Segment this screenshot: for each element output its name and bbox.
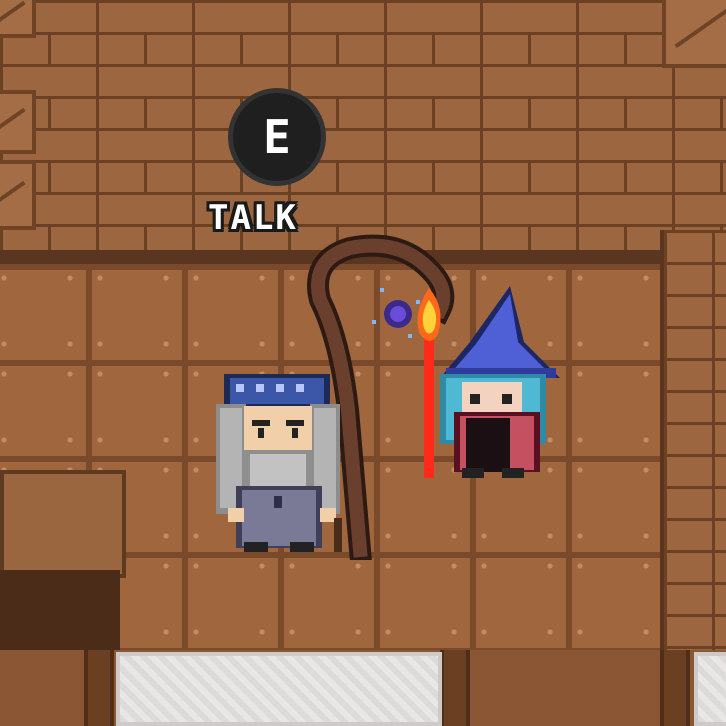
fence-post	[660, 650, 690, 726]
crate	[0, 160, 36, 230]
table-front	[0, 570, 120, 650]
wooden-table	[0, 470, 126, 650]
key-badge-e[interactable]: E	[228, 88, 326, 186]
game-scene: E TALK	[0, 0, 726, 726]
side-wall	[660, 230, 726, 650]
rug	[694, 652, 726, 726]
witch-sprite[interactable]	[410, 282, 570, 482]
key-letter: E	[263, 110, 291, 164]
brick-wall-mortar	[0, 0, 726, 262]
old-wizard-sprite[interactable]	[210, 368, 360, 558]
crate	[662, 0, 726, 68]
interact-prompt[interactable]: E	[228, 88, 326, 186]
talk-label: TALK	[208, 198, 298, 238]
crate	[0, 90, 36, 154]
fence-post	[440, 650, 470, 726]
crate	[0, 0, 36, 38]
rug	[116, 652, 442, 726]
table-top	[0, 470, 126, 578]
fence-post	[84, 650, 114, 726]
